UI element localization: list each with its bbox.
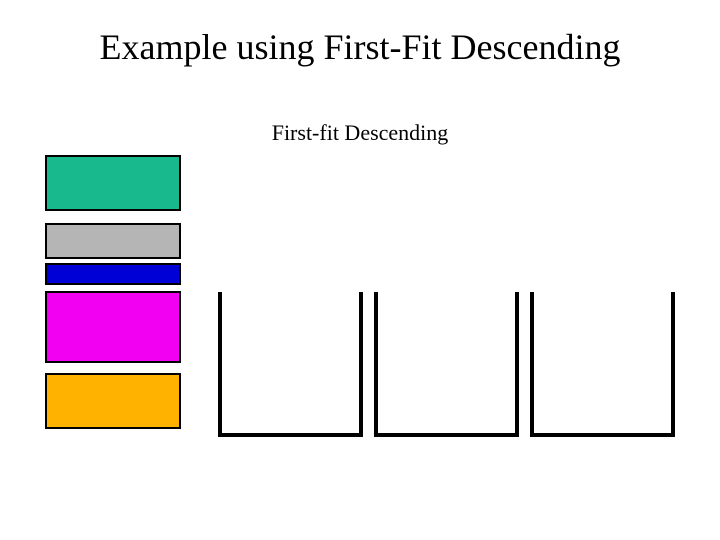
item-teal <box>45 155 181 211</box>
algorithm-subtitle: First-fit Descending <box>0 120 720 146</box>
bin-2 <box>374 292 519 437</box>
bin-1 <box>218 292 363 437</box>
item-magenta <box>45 291 181 363</box>
bin-3 <box>530 292 675 437</box>
item-grey <box>45 223 181 259</box>
page-title: Example using First-Fit Descending <box>0 28 720 68</box>
item-orange <box>45 373 181 429</box>
item-blue <box>45 263 181 285</box>
